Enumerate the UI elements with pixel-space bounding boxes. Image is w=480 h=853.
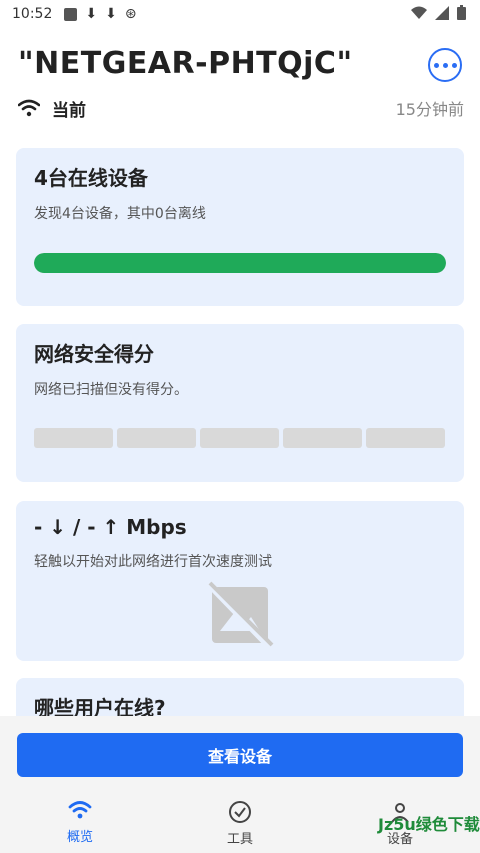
check-circle-icon [229, 801, 251, 823]
last-scan-time: 15分钟前 [395, 100, 464, 119]
nav-tab-tools[interactable]: 工具 [180, 800, 300, 847]
network-name: "NETGEAR-PHTQjC" [18, 46, 353, 81]
devices-card-description: 发现4台设备，其中0台离线 [34, 206, 206, 222]
status-notification-icons: ⬇ ⬇ ⊛ [64, 6, 137, 22]
devices-online-progress [34, 253, 446, 273]
speed-card-title: - ↓ / - ↑ Mbps [34, 515, 187, 539]
status-system-icons [411, 5, 466, 20]
cell-signal-icon [435, 5, 449, 20]
more-dot-icon [442, 62, 448, 68]
status-time: 10:52 [12, 6, 53, 22]
notification-square-icon [64, 7, 78, 21]
more-dot-icon [433, 62, 439, 68]
download-icon-2: ⬇ [105, 6, 117, 22]
score-segment [117, 428, 196, 448]
connection-row: 当前 15分钟前 [18, 95, 464, 121]
security-score-bars [34, 428, 445, 448]
speed-card-description: 轻触以开始对此网络进行首次速度测试 [34, 554, 272, 570]
score-segment [366, 428, 445, 448]
speed-test-card[interactable]: - ↓ / - ↑ Mbps 轻触以开始对此网络进行首次速度测试 [16, 501, 464, 661]
devices-card-title: 4台在线设备 [34, 166, 148, 190]
devices-card[interactable]: 4台在线设备 发现4台设备，其中0台离线 [16, 148, 464, 306]
more-dot-icon [451, 62, 457, 68]
devices-online-progress-fill [34, 253, 446, 273]
security-score-card[interactable]: 网络安全得分 网络已扫描但没有得分。 [16, 324, 464, 482]
security-card-title: 网络安全得分 [34, 342, 154, 366]
view-devices-button[interactable]: 查看设备 [17, 733, 463, 777]
download-icon: ⬇ [85, 6, 98, 22]
app-notification-icon: ⊛ [124, 6, 137, 22]
more-options-button[interactable] [428, 48, 462, 82]
battery-icon [457, 5, 466, 20]
nav-tab-tools-label: 工具 [226, 832, 253, 847]
wifi-status-icon [411, 6, 427, 19]
security-card-description: 网络已扫描但没有得分。 [34, 382, 188, 398]
image-unavailable-icon [206, 581, 274, 649]
nav-tab-overview-label: 概览 [66, 830, 93, 845]
watermark-text: Jz5u绿色下载 [378, 815, 480, 834]
score-segment [34, 428, 113, 448]
current-network-label: 当前 [52, 100, 86, 121]
score-segment [283, 428, 362, 448]
wifi-icon [68, 801, 92, 819]
score-segment [200, 428, 279, 448]
wifi-icon [18, 99, 40, 117]
status-bar: 10:52 ⬇ ⬇ ⊛ [0, 0, 480, 28]
nav-tab-overview[interactable]: 概览 [20, 800, 140, 845]
